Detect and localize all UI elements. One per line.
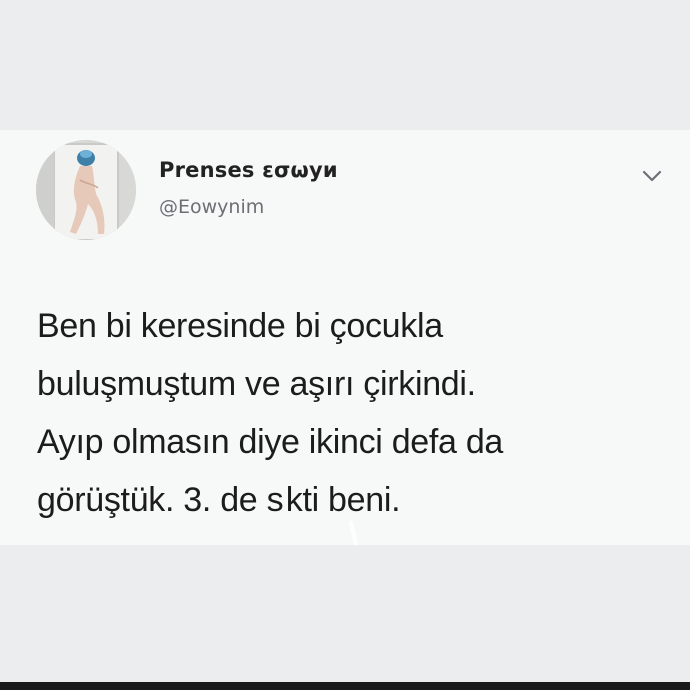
tweet-menu-button[interactable] xyxy=(634,162,670,190)
display-name[interactable]: Prenses εσωyи xyxy=(159,158,338,182)
tweet-text: Ben bi keresinde bi çocukla buluşmuştum … xyxy=(37,307,504,519)
bottom-edge-bar xyxy=(0,682,690,690)
screenshot-bottom-margin xyxy=(0,545,690,682)
chevron-down-icon xyxy=(642,170,662,182)
screenshot-top-margin xyxy=(0,0,690,130)
avatar-image xyxy=(36,140,136,240)
avatar[interactable] xyxy=(36,140,136,240)
user-handle[interactable]: @Eowynim xyxy=(159,196,264,218)
